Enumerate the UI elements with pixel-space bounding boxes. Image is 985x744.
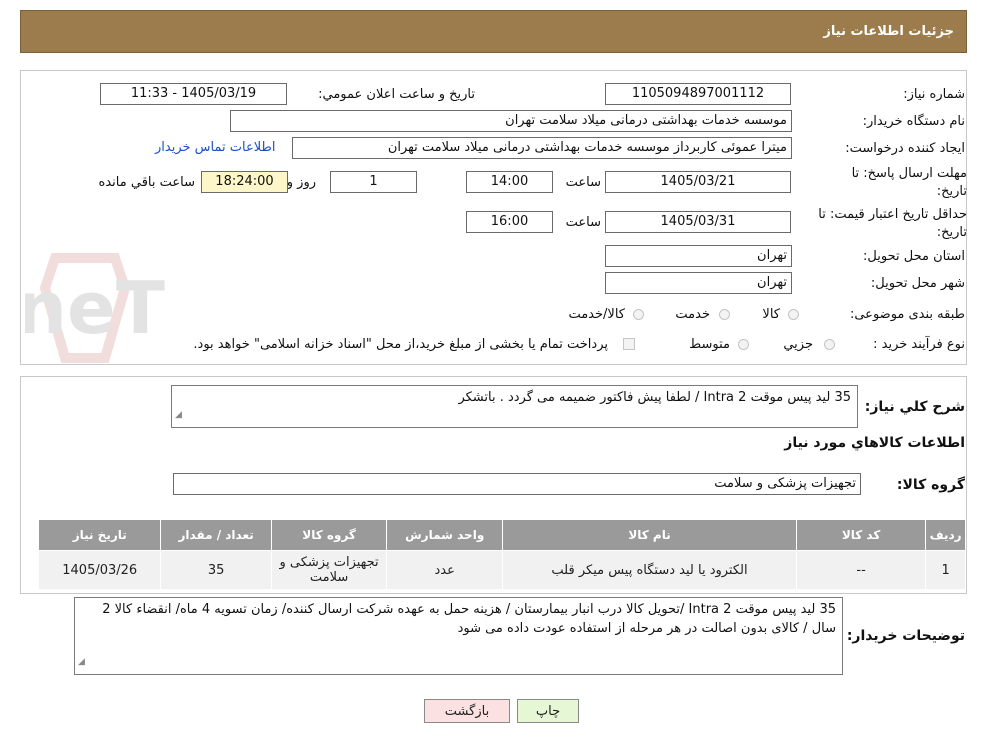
cell-row: 1 (925, 550, 966, 590)
col-code: کد کالا (795, 519, 927, 551)
days-label: روز و (286, 175, 316, 190)
desc-label: شرح کلي نياز: (864, 399, 965, 415)
back-button[interactable]: بازگشت (424, 699, 510, 723)
desc-text: 35 لید پیس موقت Intra 2 / لطفا پیش فاکتو… (458, 390, 851, 405)
category-radio-service[interactable] (719, 309, 730, 320)
category-label: طبقه بندی موضوعی: (849, 307, 965, 322)
process-option-minor: جزيي (783, 337, 813, 352)
desc-textarea[interactable]: 35 لید پیس موقت Intra 2 / لطفا پیش فاکتو… (171, 385, 858, 428)
category-radio-goods-service[interactable] (633, 309, 644, 320)
city-field: تهران (605, 272, 792, 294)
group-field: تجهیزات پزشکی و سلامت (173, 473, 861, 495)
category-option-service: خدمت (675, 307, 710, 322)
deadline-time-field: 14:00 (466, 171, 553, 193)
buyer-org-label: نام دستگاه خريدار: (862, 114, 965, 129)
treasury-payment-note: پرداخت تمام يا بخشی از مبلغ خريد،از محل … (193, 337, 608, 352)
validity-label: حداقل تاریخ اعتبار قیمت: تا تاریخ: (818, 207, 967, 240)
group-label: گروه کالا: (896, 477, 965, 493)
items-table-header: رديف کد کالا نام کالا واحد شمارش گروه کا… (37, 519, 966, 551)
buyer-notes-textarea[interactable]: 35 لید پیس موقت Intra 2 /تحویل کالا درب … (74, 597, 843, 675)
process-radio-medium[interactable] (738, 339, 749, 350)
category-option-goods: کالا (762, 307, 780, 322)
col-row: رديف (925, 519, 966, 551)
resize-grip-icon[interactable]: ◢ (78, 653, 85, 672)
cell-date: 1405/03/26 (37, 550, 162, 590)
deadline-time-label: ساعت (565, 175, 601, 190)
col-name: نام کالا (502, 519, 797, 551)
process-option-medium: متوسط (689, 337, 730, 352)
resize-grip-icon[interactable]: ◢ (175, 406, 182, 425)
province-field: تهران (605, 245, 792, 267)
buyer-contact-link[interactable]: اطلاعات تماس خريدار (155, 140, 275, 155)
category-option-goods-service: کالا/خدمت (568, 307, 625, 322)
col-date: تاريخ نياز (37, 519, 162, 551)
process-radio-minor[interactable] (824, 339, 835, 350)
deadline-label: مهلت ارسال پاسخ: تا تاریخ: (851, 166, 967, 199)
city-label: شهر محل تحويل: (870, 276, 965, 291)
buyer-org-field: موسسه خدمات بهداشتی درمانی میلاد سلامت ت… (230, 110, 792, 132)
cell-unit: عدد (386, 550, 504, 590)
deadline-date-field: 1405/03/21 (605, 171, 791, 193)
province-label: استان محل تحويل: (863, 249, 965, 264)
category-radio-goods[interactable] (788, 309, 799, 320)
buyer-notes-label: توضيحات خريدار: (846, 628, 965, 644)
cell-qty: 35 (160, 550, 272, 590)
process-label: نوع فرآيند خريد : (873, 337, 965, 352)
need-number-field: 1105094897001112 (605, 83, 791, 105)
creator-label: ايجاد کننده درخواست: (845, 141, 965, 156)
announce-field: 1405/03/19 - 11:33 (100, 83, 287, 105)
col-group: گروه کالا (270, 519, 388, 551)
cell-group: تجهيزات پزشکی و سلامت (270, 550, 388, 590)
days-field: 1 (330, 171, 417, 193)
page-title: جزئیات اطلاعات نیاز (823, 24, 954, 39)
col-qty: تعداد / مقدار (160, 519, 272, 551)
remaining-time-field: 18:24:00 (201, 171, 288, 193)
remaining-label: ساعت باقي مانده (98, 175, 195, 190)
table-row: 1 -- الکترود یا لید دستگاه پیس میکر قلب … (37, 550, 966, 590)
need-number-label: شماره نیاز: (903, 87, 965, 102)
items-table: رديف کد کالا نام کالا واحد شمارش گروه کا… (37, 519, 966, 590)
cell-code: -- (795, 550, 927, 590)
goods-section-title: اطلاعات کالاهاي مورد نياز (784, 435, 965, 451)
validity-time-field: 16:00 (466, 211, 553, 233)
validity-date-field: 1405/03/31 (605, 211, 791, 233)
print-button[interactable]: چاپ (517, 699, 579, 723)
creator-field: میترا عموئی کاربرداز موسسه خدمات بهداشتی… (292, 137, 792, 159)
validity-time-label: ساعت (565, 215, 601, 230)
cell-name: الکترود یا لید دستگاه پیس میکر قلب (502, 550, 797, 590)
col-unit: واحد شمارش (386, 519, 504, 551)
buyer-notes-text: 35 لید پیس موقت Intra 2 /تحویل کالا درب … (102, 602, 836, 636)
announce-label: تاریخ و ساعت اعلان عمومي: (318, 87, 475, 102)
treasury-payment-checkbox[interactable] (623, 338, 635, 350)
page-header: جزئیات اطلاعات نیاز (20, 10, 967, 53)
